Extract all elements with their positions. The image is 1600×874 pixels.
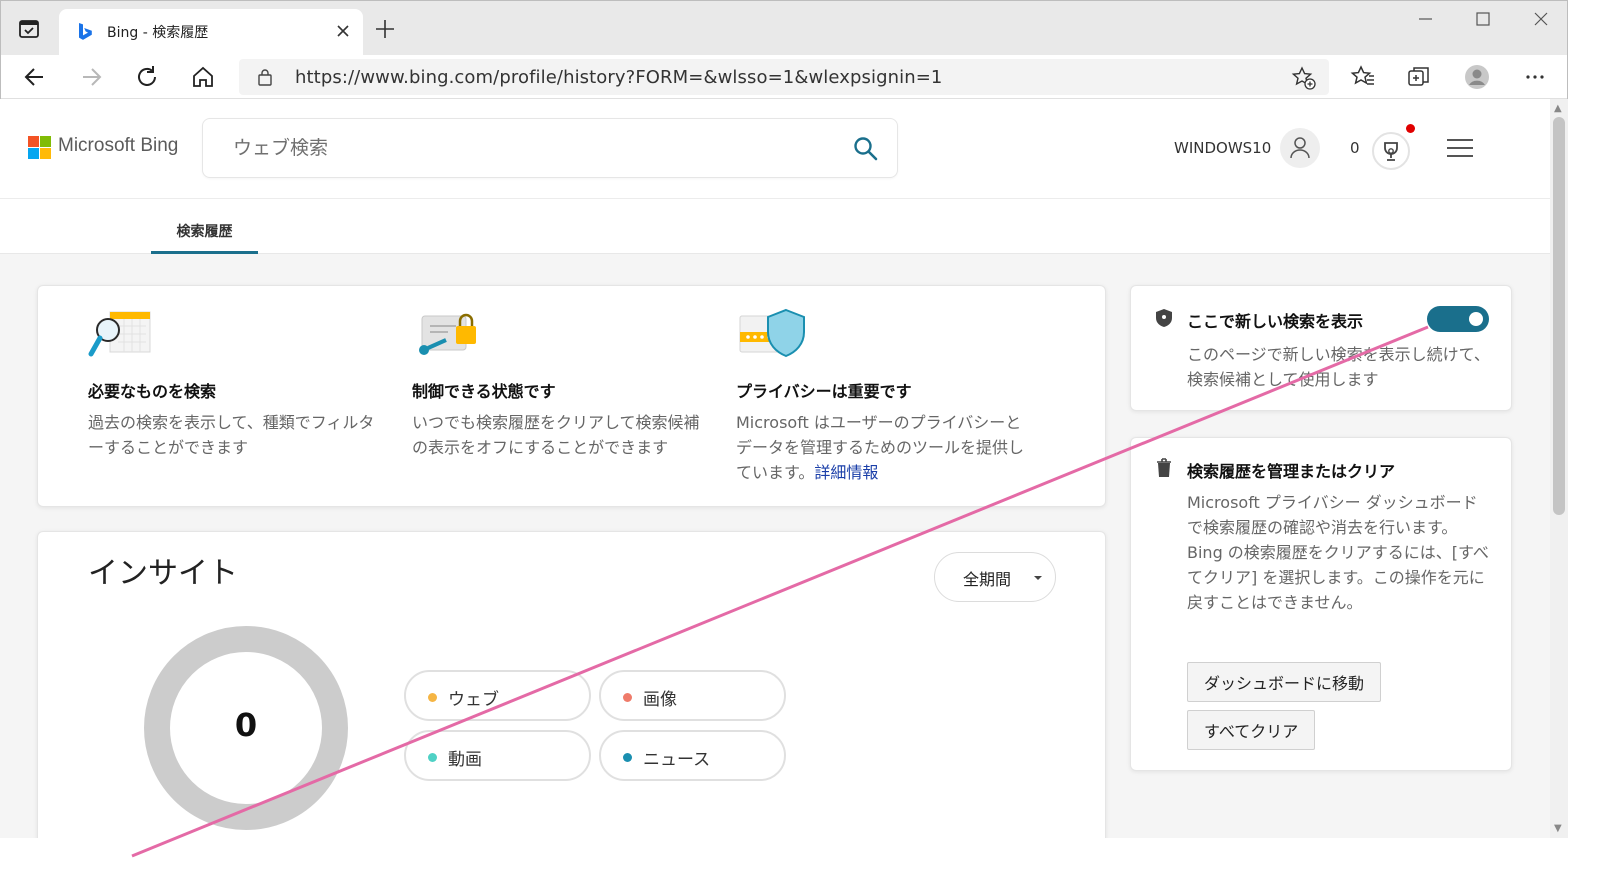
show-searches-toggle[interactable] (1427, 306, 1489, 332)
bing-header: Microsoft Bing WINDOWS10 0 (0, 99, 1550, 199)
filter-web[interactable]: ウェブ (404, 670, 591, 721)
insights-card: インサイト 全期間 0 ウェブ 画像 動画 ニュース (37, 531, 1106, 838)
back-icon[interactable] (21, 63, 49, 91)
show-searches-title: ここで新しい検索を表示 (1187, 312, 1364, 331)
close-tab-icon[interactable] (333, 21, 353, 41)
learn-more-link[interactable]: 詳細情報 (814, 463, 878, 482)
manage-history-title: 検索履歴を管理またはクリア (1187, 462, 1396, 481)
tab-search-history[interactable]: 検索履歴 (151, 199, 258, 254)
tab-bing-history[interactable]: Bing - 検索履歴 (59, 9, 363, 55)
toggle-knob (1469, 312, 1483, 326)
scroll-up-icon[interactable]: ▲ (1554, 103, 1562, 114)
brand-name[interactable]: Microsoft Bing (58, 135, 178, 157)
url-text[interactable]: https://www.bing.com/profile/history?FOR… (295, 67, 942, 88)
feature-find-text: 過去の検索を表示して、種類でフィルターすることができます (88, 413, 375, 457)
subnav: 検索履歴 (0, 199, 1550, 254)
avatar[interactable] (1280, 128, 1320, 168)
show-searches-card: ここで新しい検索を表示 このページで新しい検索を表示し続けて、検索候補として使用… (1130, 285, 1512, 411)
close-window-icon[interactable] (1521, 7, 1561, 31)
address-bar[interactable]: https://www.bing.com/profile/history?FOR… (239, 59, 1329, 95)
chevron-down-icon (1034, 576, 1042, 580)
favorites-icon[interactable] (1349, 63, 1377, 91)
notification-dot (1406, 124, 1415, 133)
news-dot (623, 753, 632, 762)
more-menu-icon[interactable] (1521, 63, 1549, 91)
microsoft-logo-icon[interactable] (28, 136, 51, 159)
user-icon (1290, 137, 1310, 159)
reward-points[interactable]: 0 (1350, 139, 1360, 157)
feature-privacy-body: Microsoft はユーザーのプライバシーとデータを管理するためのツールを提供… (736, 413, 1025, 482)
go-to-dashboard-button[interactable]: ダッシュボードに移動 (1187, 662, 1382, 702)
search-box (202, 118, 898, 178)
feature-control-title: 制御できる状態です (412, 382, 556, 401)
features-card: 必要なものを検索 過去の検索を表示して、種類でフィルターすることができます 制御… (37, 285, 1106, 507)
videos-dot (428, 753, 437, 762)
insights-title: インサイト (88, 556, 238, 591)
page-scrollbar[interactable]: ▲ ▼ (1550, 99, 1568, 838)
active-tab-underline (151, 251, 258, 254)
trophy-icon (1384, 142, 1398, 161)
clear-all-button[interactable]: すべてクリア (1187, 710, 1316, 750)
show-searches-text: このページで新しい検索を表示し続けて、検索候補として使用します (1187, 345, 1490, 389)
feature-privacy: プライバシーは重要です Microsoft はユーザーのプライバシーとデータを管… (736, 308, 1026, 485)
trash-icon (1157, 458, 1171, 477)
browser-toolbar: https://www.bing.com/profile/history?FOR… (1, 55, 1567, 99)
filter-videos[interactable]: 動画 (404, 730, 591, 781)
manage-history-text: Microsoft プライバシー ダッシュボードで検索履歴の確認や消去を行います… (1187, 493, 1489, 612)
title-bar: Bing - 検索履歴 (1, 1, 1567, 55)
shield-icon (1156, 309, 1172, 327)
search-icon[interactable] (853, 136, 879, 162)
bing-favicon-icon (79, 23, 92, 40)
user-name[interactable]: WINDOWS10 (1174, 139, 1271, 157)
minimize-icon[interactable] (1405, 7, 1445, 31)
collections-icon[interactable] (1405, 63, 1433, 91)
filter-news-label: ニュース (643, 750, 711, 770)
feature-find: 必要なものを検索 過去の検索を表示して、種類でフィルターすることができます (88, 308, 378, 460)
feature-privacy-text: Microsoft はユーザーのプライバシーとデータを管理するためのツールを提供… (736, 410, 1026, 485)
refresh-icon[interactable] (133, 63, 161, 91)
page-content: Microsoft Bing WINDOWS10 0 (0, 99, 1550, 838)
tab-search-history-label: 検索履歴 (176, 224, 233, 240)
scroll-thumb[interactable] (1553, 117, 1565, 515)
tab-title: Bing - 検索履歴 (107, 25, 209, 41)
filter-news[interactable]: ニュース (599, 730, 786, 781)
feature-find-title: 必要なものを検索 (88, 382, 217, 401)
forward-icon[interactable] (77, 63, 105, 91)
period-dropdown[interactable]: 全期間 (934, 552, 1056, 602)
new-tab-icon[interactable] (373, 17, 397, 41)
period-value: 全期間 (963, 570, 1012, 589)
filter-images[interactable]: 画像 (599, 670, 786, 721)
filter-images-label: 画像 (643, 690, 677, 710)
key-lock-icon (419, 313, 476, 355)
add-favorite-icon[interactable] (1291, 65, 1317, 91)
hamburger-menu-icon[interactable] (1446, 137, 1474, 159)
manage-history-card: 検索履歴を管理またはクリア Microsoft プライバシー ダッシュボードで検… (1130, 437, 1512, 771)
lock-icon[interactable] (257, 68, 273, 86)
magnifier-calendar-icon (88, 311, 151, 357)
feature-control-text: いつでも検索履歴をクリアして検索候補の表示をオフにすることができます (412, 413, 700, 457)
maximize-icon[interactable] (1463, 7, 1503, 31)
profile-icon[interactable] (1463, 63, 1491, 91)
search-input[interactable] (233, 133, 793, 163)
filter-web-label: ウェブ (448, 690, 499, 710)
home-icon[interactable] (189, 63, 217, 91)
web-dot (428, 693, 437, 702)
feature-control: 制御できる状態です いつでも検索履歴をクリアして検索候補の表示をオフにすることが… (412, 308, 702, 460)
rewards-button[interactable] (1372, 132, 1410, 170)
scroll-down-icon[interactable]: ▼ (1554, 823, 1562, 834)
images-dot (623, 693, 632, 702)
feature-privacy-title: プライバシーは重要です (736, 382, 912, 401)
shield-password-icon (739, 308, 805, 358)
filter-videos-label: 動画 (448, 750, 482, 770)
tab-actions-icon[interactable] (17, 17, 41, 41)
total-count: 0 (234, 706, 258, 744)
